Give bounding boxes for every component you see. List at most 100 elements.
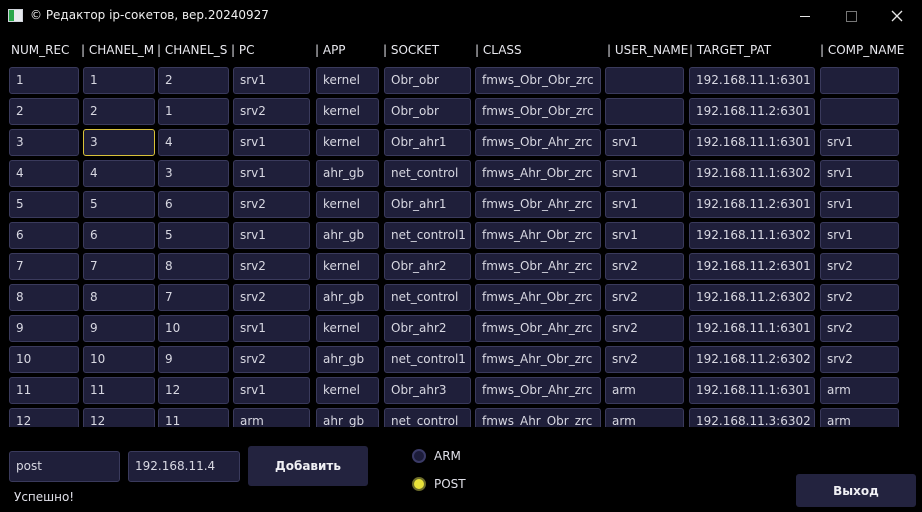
cell-num-rec[interactable]: 4: [9, 160, 79, 187]
cell-comp-name[interactable]: srv2: [820, 315, 899, 342]
cell-target-pat[interactable]: 192.168.11.1:6302: [689, 222, 815, 249]
cell-user-name[interactable]: srv1: [605, 129, 684, 156]
cell-socket[interactable]: Obr_obr: [384, 67, 471, 94]
cell-comp-name[interactable]: srv1: [820, 222, 899, 249]
cell-socket[interactable]: Obr_ahr2: [384, 253, 471, 280]
cell-pc[interactable]: srv1: [233, 222, 310, 249]
cell-app[interactable]: kernel: [316, 315, 379, 342]
cell-num-rec[interactable]: 5: [9, 191, 79, 218]
cell-app[interactable]: kernel: [316, 253, 379, 280]
cell-comp-name[interactable]: [820, 98, 899, 125]
cell-user-name[interactable]: srv1: [605, 191, 684, 218]
cell-app[interactable]: ahr_gb: [316, 346, 379, 373]
cell-chanel-s[interactable]: 1: [158, 98, 229, 125]
cell-class[interactable]: fmws_Obr_Obr_zrc: [475, 98, 601, 125]
cell-target-pat[interactable]: 192.168.11.3:6302: [689, 408, 815, 427]
cell-chanel-s[interactable]: 3: [158, 160, 229, 187]
cell-class[interactable]: fmws_Obr_Ahr_zrc: [475, 129, 601, 156]
cell-num-rec[interactable]: 7: [9, 253, 79, 280]
cell-socket[interactable]: net_control1: [384, 222, 471, 249]
cell-user-name[interactable]: [605, 67, 684, 94]
cell-class[interactable]: fmws_Obr_Obr_zrc: [475, 67, 601, 94]
cell-user-name[interactable]: srv1: [605, 160, 684, 187]
cell-socket[interactable]: net_control: [384, 284, 471, 311]
cell-app[interactable]: ahr_gb: [316, 284, 379, 311]
cell-num-rec[interactable]: 9: [9, 315, 79, 342]
cell-target-pat[interactable]: 192.168.11.1:6301: [689, 315, 815, 342]
cell-class[interactable]: fmws_Ahr_Obr_zrc: [475, 222, 601, 249]
cell-chanel-s[interactable]: 4: [158, 129, 229, 156]
cell-chanel-m[interactable]: 10: [83, 346, 155, 373]
cell-num-rec[interactable]: 8: [9, 284, 79, 311]
cell-comp-name[interactable]: srv2: [820, 253, 899, 280]
cell-app[interactable]: kernel: [316, 67, 379, 94]
add-button[interactable]: Добавить: [248, 446, 368, 486]
cell-chanel-s[interactable]: 5: [158, 222, 229, 249]
cell-chanel-m[interactable]: 6: [83, 222, 155, 249]
cell-chanel-m[interactable]: 11: [83, 377, 155, 404]
cell-chanel-m[interactable]: 7: [83, 253, 155, 280]
cell-num-rec[interactable]: 10: [9, 346, 79, 373]
cell-socket[interactable]: Obr_obr: [384, 98, 471, 125]
cell-target-pat[interactable]: 192.168.11.2:6301: [689, 253, 815, 280]
cell-user-name[interactable]: srv1: [605, 222, 684, 249]
cell-class[interactable]: fmws_Obr_Ahr_zrc: [475, 377, 601, 404]
cell-chanel-s[interactable]: 8: [158, 253, 229, 280]
cell-chanel-m[interactable]: 4: [83, 160, 155, 187]
close-button[interactable]: [874, 0, 920, 32]
cell-socket[interactable]: net_control1: [384, 346, 471, 373]
radio-arm[interactable]: ARM: [412, 449, 461, 463]
cell-socket[interactable]: Obr_ahr2: [384, 315, 471, 342]
minimize-button[interactable]: [782, 0, 828, 32]
cell-user-name[interactable]: srv2: [605, 284, 684, 311]
cell-class[interactable]: fmws_Obr_Ahr_zrc: [475, 253, 601, 280]
cell-chanel-s[interactable]: 10: [158, 315, 229, 342]
cell-comp-name[interactable]: arm: [820, 408, 899, 427]
cell-pc[interactable]: srv2: [233, 284, 310, 311]
cell-user-name[interactable]: [605, 98, 684, 125]
cell-pc[interactable]: srv1: [233, 377, 310, 404]
cell-pc[interactable]: srv2: [233, 253, 310, 280]
cell-comp-name[interactable]: srv2: [820, 346, 899, 373]
cell-pc[interactable]: arm: [233, 408, 310, 427]
cell-comp-name[interactable]: [820, 67, 899, 94]
cell-pc[interactable]: srv1: [233, 160, 310, 187]
cell-pc[interactable]: srv2: [233, 98, 310, 125]
cell-comp-name[interactable]: srv1: [820, 129, 899, 156]
cell-pc[interactable]: srv1: [233, 129, 310, 156]
cell-chanel-m[interactable]: 2: [83, 98, 155, 125]
cell-pc[interactable]: srv1: [233, 67, 310, 94]
cell-chanel-s[interactable]: 9: [158, 346, 229, 373]
cell-num-rec[interactable]: 11: [9, 377, 79, 404]
cell-user-name[interactable]: srv2: [605, 253, 684, 280]
cell-chanel-m[interactable]: 3: [83, 129, 155, 156]
cell-target-pat[interactable]: 192.168.11.2:6301: [689, 98, 815, 125]
cell-socket[interactable]: Obr_ahr1: [384, 191, 471, 218]
cell-app[interactable]: kernel: [316, 377, 379, 404]
exit-button[interactable]: Выход: [796, 474, 916, 507]
cell-socket[interactable]: net_control: [384, 160, 471, 187]
cell-pc[interactable]: srv2: [233, 191, 310, 218]
cell-num-rec[interactable]: 3: [9, 129, 79, 156]
cell-app[interactable]: kernel: [316, 98, 379, 125]
cell-num-rec[interactable]: 12: [9, 408, 79, 427]
cell-target-pat[interactable]: 192.168.11.1:6301: [689, 67, 815, 94]
cell-chanel-s[interactable]: 6: [158, 191, 229, 218]
cell-socket[interactable]: net_control: [384, 408, 471, 427]
cell-target-pat[interactable]: 192.168.11.1:6301: [689, 129, 815, 156]
cell-comp-name[interactable]: srv2: [820, 284, 899, 311]
cell-user-name[interactable]: arm: [605, 377, 684, 404]
name-input[interactable]: post: [9, 451, 120, 482]
ip-input[interactable]: 192.168.11.4: [128, 451, 240, 482]
cell-class[interactable]: fmws_Obr_Ahr_zrc: [475, 315, 601, 342]
cell-pc[interactable]: srv2: [233, 346, 310, 373]
cell-chanel-s[interactable]: 7: [158, 284, 229, 311]
cell-chanel-s[interactable]: 12: [158, 377, 229, 404]
cell-class[interactable]: fmws_Ahr_Obr_zrc: [475, 160, 601, 187]
cell-comp-name[interactable]: arm: [820, 377, 899, 404]
cell-app[interactable]: ahr_gb: [316, 160, 379, 187]
cell-target-pat[interactable]: 192.168.11.2:6301: [689, 191, 815, 218]
cell-class[interactable]: fmws_Obr_Ahr_zrc: [475, 191, 601, 218]
cell-app[interactable]: ahr_gb: [316, 222, 379, 249]
cell-user-name[interactable]: arm: [605, 408, 684, 427]
